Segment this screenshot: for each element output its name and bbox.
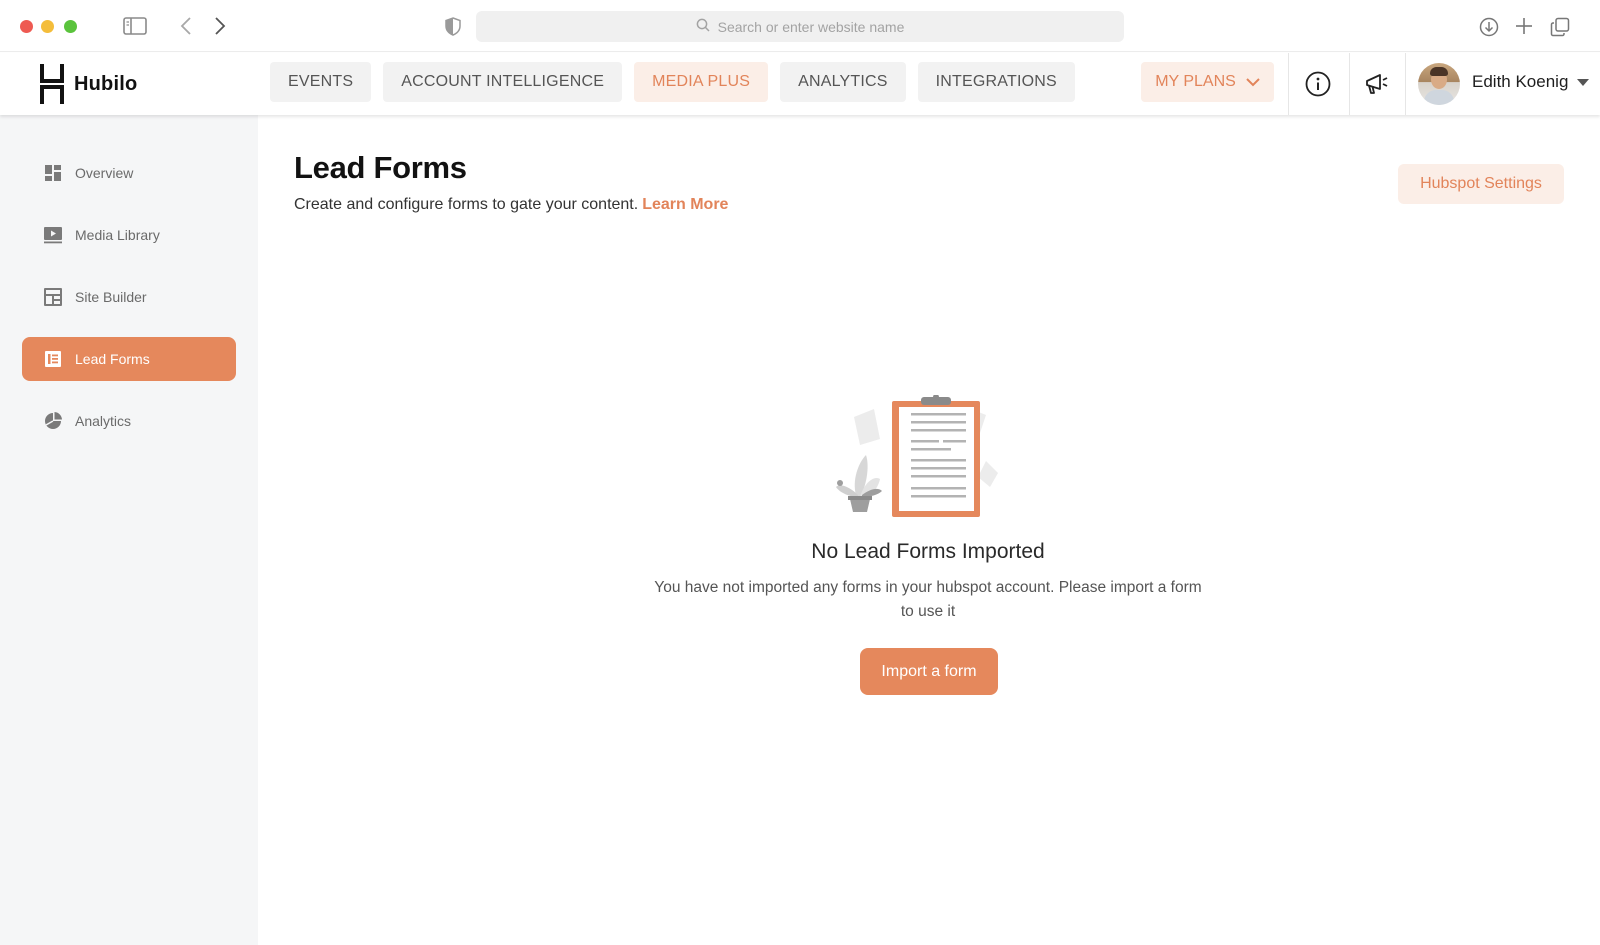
empty-state-title: No Lead Forms Imported <box>811 540 1045 563</box>
nav-events[interactable]: EVENTS <box>270 62 372 102</box>
nav-integrations[interactable]: INTEGRATIONS <box>917 62 1075 102</box>
top-navigation: EVENTS ACCOUNT INTELLIGENCE MEDIA PLUS A… <box>270 62 1075 102</box>
nav-media-plus[interactable]: MEDIA PLUS <box>634 62 769 102</box>
address-placeholder: Search or enter website name <box>717 18 905 35</box>
clipboard-illustration <box>836 395 998 517</box>
nav-analytics[interactable]: ANALYTICS <box>780 62 906 102</box>
sidebar-toggle-icon[interactable] <box>123 15 147 37</box>
form-icon <box>43 349 63 369</box>
hubilo-logo[interactable]: Hubilo <box>38 63 137 105</box>
sidebar-item-lead-forms[interactable]: Lead Forms <box>22 337 236 381</box>
page-title: Lead Forms <box>294 150 467 185</box>
megaphone-icon[interactable] <box>1359 66 1395 102</box>
pie-chart-icon <box>43 411 63 431</box>
avatar[interactable] <box>1418 63 1460 105</box>
sidebar-item-label: Lead Forms <box>75 351 150 367</box>
forward-icon[interactable] <box>208 14 232 38</box>
empty-state-description: You have not imported any forms in your … <box>654 579 1202 620</box>
header-divider <box>1349 53 1350 115</box>
logo-text: Hubilo <box>74 72 138 95</box>
sidebar-item-label: Site Builder <box>75 289 147 305</box>
sidebar-item-label: Analytics <box>75 413 132 429</box>
layout-icon <box>43 287 63 307</box>
grid-icon <box>43 163 63 183</box>
my-plans-button[interactable]: MY PLANS <box>1141 62 1274 102</box>
import-form-button[interactable]: Import a form <box>860 648 998 695</box>
hubilo-logo-icon <box>40 64 64 104</box>
hubspot-settings-button[interactable]: Hubspot Settings <box>1398 164 1564 204</box>
sidebar-item-analytics[interactable]: Analytics <box>22 399 236 443</box>
browser-toolbar: Search or enter website name <box>0 0 1600 52</box>
shield-icon[interactable] <box>443 16 463 36</box>
sidebar-item-media-library[interactable]: Media Library <box>22 213 236 257</box>
page-description: Create and configure forms to gate your … <box>294 196 728 214</box>
user-name[interactable]: Edith Koenig <box>1472 72 1568 92</box>
info-icon[interactable] <box>1300 66 1336 102</box>
header-divider <box>1405 53 1406 115</box>
sidebar: Overview Media Library Site Builder Lead… <box>0 115 258 945</box>
chevron-down-icon <box>1246 77 1260 86</box>
header-divider <box>1288 53 1289 115</box>
my-plans-label: MY PLANS <box>1155 73 1236 90</box>
play-icon <box>43 225 63 245</box>
tabs-icon[interactable] <box>1549 16 1571 38</box>
minimize-window-button[interactable] <box>41 20 54 33</box>
address-bar[interactable]: Search or enter website name <box>476 11 1124 42</box>
back-icon[interactable] <box>174 14 198 38</box>
close-window-button[interactable] <box>20 20 33 33</box>
learn-more-link[interactable]: Learn More <box>642 196 728 213</box>
app-header: Hubilo EVENTS ACCOUNT INTELLIGENCE MEDIA… <box>0 53 1600 115</box>
caret-down-icon[interactable] <box>1577 79 1589 86</box>
sidebar-item-site-builder[interactable]: Site Builder <box>22 275 236 319</box>
sidebar-item-label: Media Library <box>75 227 160 243</box>
description-text: Create and configure forms to gate your … <box>294 196 639 213</box>
nav-account-intelligence[interactable]: ACCOUNT INTELLIGENCE <box>383 62 623 102</box>
download-icon[interactable] <box>1478 16 1500 38</box>
search-icon <box>696 18 710 35</box>
maximize-window-button[interactable] <box>64 20 77 33</box>
plus-icon[interactable] <box>1513 15 1535 37</box>
sidebar-item-overview[interactable]: Overview <box>22 151 236 195</box>
sidebar-item-label: Overview <box>75 165 134 181</box>
